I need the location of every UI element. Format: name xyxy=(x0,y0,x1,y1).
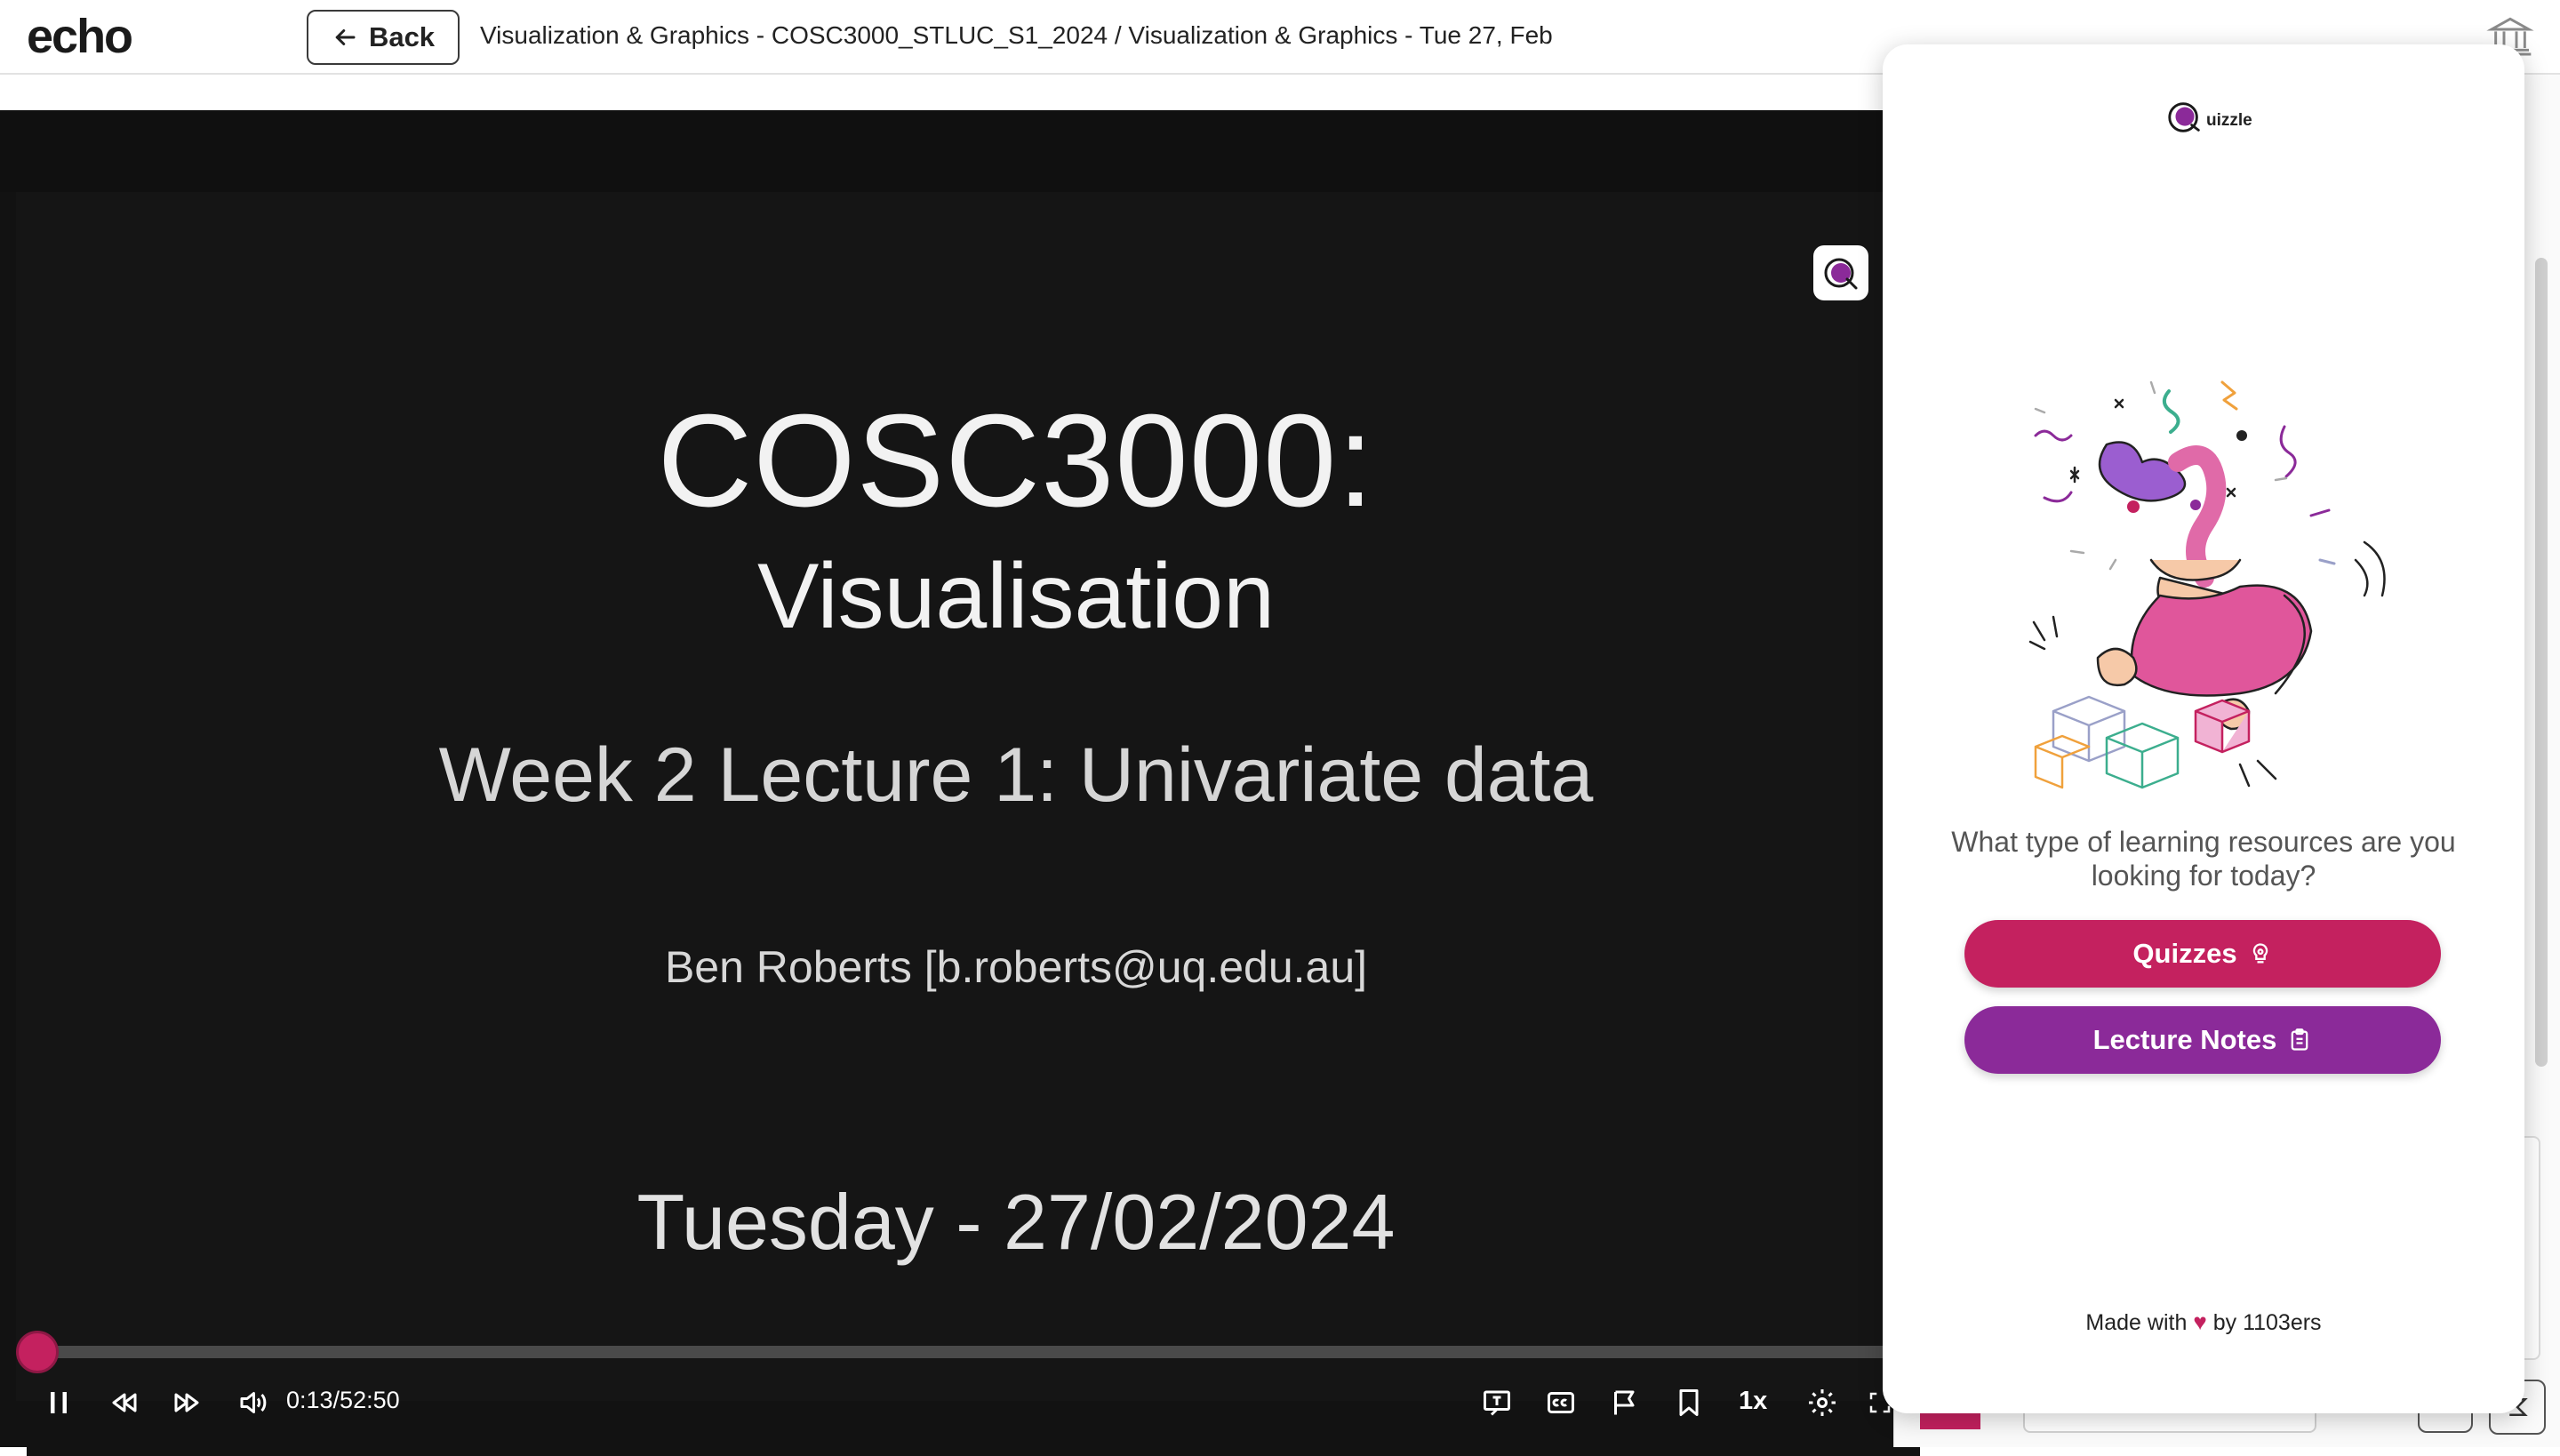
quizzle-question: What type of learning resources are you … xyxy=(1951,826,2456,892)
quizzle-logo-icon xyxy=(2168,102,2200,132)
lecture-notes-button[interactable]: Lecture Notes xyxy=(1964,1006,2441,1074)
flag-button[interactable] xyxy=(1605,1383,1644,1422)
quizzle-launcher-button[interactable] xyxy=(1813,245,1868,300)
closed-captions-icon xyxy=(1548,1392,1574,1413)
slide-date: Tuesday - 27/02/2024 xyxy=(636,1178,1396,1266)
video-player[interactable]: COSC3000: Visualisation Week 2 Lecture 1… xyxy=(0,110,1893,1447)
lecture-slide: COSC3000: Visualisation Week 2 Lecture 1… xyxy=(16,192,1893,1401)
playback-speed-button[interactable]: 1x xyxy=(1739,1387,1767,1416)
arrow-left-icon xyxy=(335,29,356,45)
rewind-button[interactable] xyxy=(105,1383,144,1422)
quizzle-logo-icon xyxy=(1824,258,1858,290)
captions-button[interactable] xyxy=(1541,1383,1580,1422)
progress-knob[interactable] xyxy=(16,1331,59,1373)
transcript-button[interactable] xyxy=(1477,1383,1516,1422)
settings-button[interactable] xyxy=(1803,1383,1842,1422)
progress-track[interactable] xyxy=(32,1346,1899,1358)
quizzle-popup: uizzle What type of learning resources a… xyxy=(1883,44,2524,1413)
side-panel-scrollbar[interactable] xyxy=(2535,258,2548,1067)
slide-lecturer: Ben Roberts [b.roberts@uq.edu.au] xyxy=(664,942,1368,992)
video-header xyxy=(0,110,1893,192)
back-button[interactable]: Back xyxy=(307,10,460,65)
bookmark-button[interactable] xyxy=(1669,1383,1708,1422)
lecture-notes-label: Lecture Notes xyxy=(2092,1024,2277,1055)
quizzle-brand-text: uizzle xyxy=(2206,111,2252,130)
volume-button[interactable] xyxy=(233,1383,272,1422)
back-label: Back xyxy=(368,21,436,52)
transcript-icon xyxy=(1484,1390,1510,1416)
slide-lecture-title: Week 2 Lecture 1: Univariate data xyxy=(438,732,1594,818)
fast-forward-icon xyxy=(174,1393,199,1412)
rewind-icon xyxy=(112,1393,137,1412)
heart-icon: ♥ xyxy=(2193,1308,2207,1335)
echovideo-logo[interactable]: echovideo xyxy=(27,9,1920,1456)
bookmark-icon xyxy=(1679,1389,1699,1416)
quizzle-logo: uizzle xyxy=(2165,98,2252,137)
pause-icon xyxy=(51,1392,67,1413)
playback-time: 0:13/52:50 xyxy=(286,1387,400,1413)
slide-title: Visualisation xyxy=(756,545,1275,648)
gear-icon xyxy=(1809,1389,1836,1416)
quizzle-footer: Made with ♥ by 1103ers xyxy=(2085,1308,2322,1335)
quizzes-button[interactable]: Quizzes xyxy=(1964,920,2441,988)
fast-forward-button[interactable] xyxy=(167,1383,206,1422)
volume-icon xyxy=(240,1392,267,1413)
flag-icon xyxy=(1614,1390,1635,1415)
quizzes-label: Quizzes xyxy=(2132,938,2237,969)
breadcrumb: Visualization & Graphics - COSC3000_STLU… xyxy=(480,21,1553,49)
clipboard-icon xyxy=(2292,1028,2308,1051)
pause-button[interactable] xyxy=(41,1383,76,1422)
lightbulb-icon xyxy=(2252,943,2268,964)
creative-mind-illustration xyxy=(2028,380,2386,789)
slide-course-code: COSC3000: xyxy=(657,388,1375,534)
